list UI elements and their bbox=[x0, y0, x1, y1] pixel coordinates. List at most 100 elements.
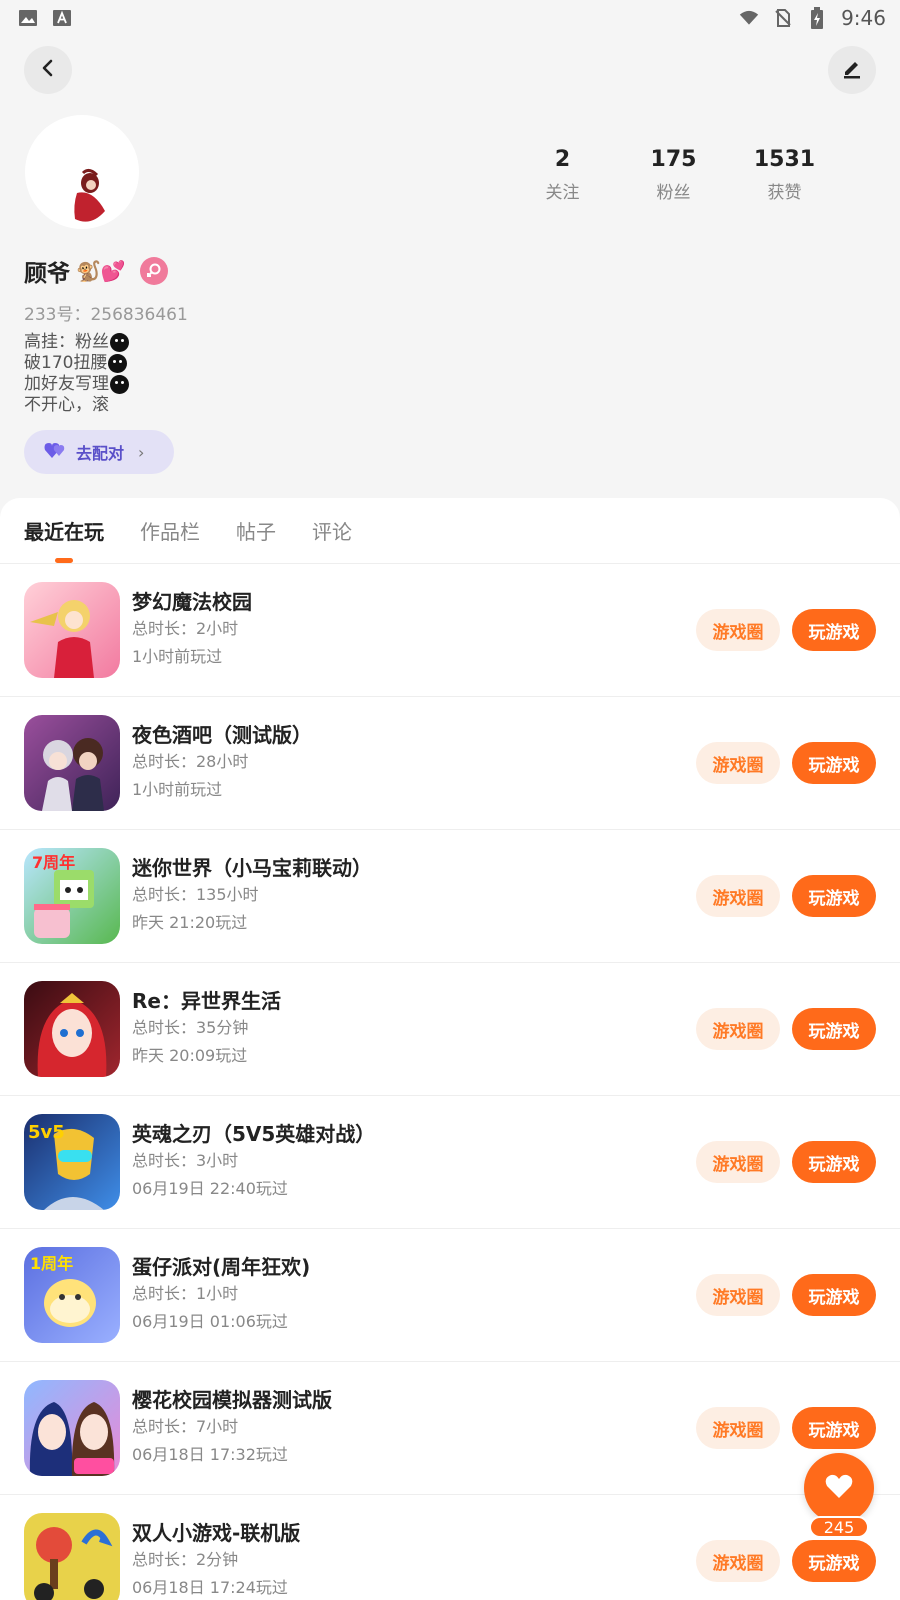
game-circle-button[interactable]: 游戏圈 bbox=[696, 609, 780, 651]
svg-text:5v5: 5v5 bbox=[28, 1122, 65, 1143]
play-game-button[interactable]: 玩游戏 bbox=[792, 1008, 876, 1050]
re-world-game-icon[interactable] bbox=[24, 981, 120, 1077]
bio-text: 不开心，滚 bbox=[24, 395, 109, 415]
play-game-button[interactable]: 玩游戏 bbox=[792, 609, 876, 651]
eggy-party-game-icon[interactable]: 1周年 bbox=[24, 1247, 120, 1343]
game-info: 梦幻魔法校园 总时长：2小时 1小时前玩过 bbox=[132, 589, 696, 671]
magic-school-game-icon[interactable] bbox=[24, 582, 120, 678]
status-left bbox=[18, 8, 72, 28]
stat-number: 2 bbox=[554, 147, 571, 172]
content-panel: 最近在玩 作品栏 帖子 评论 梦幻魔法校园 总时长：2小时 1小时前玩过 游戏圈… bbox=[0, 498, 900, 1600]
game-last-played: 06月18日 17:24玩过 bbox=[132, 1578, 288, 1597]
avatar[interactable] bbox=[25, 115, 139, 229]
game-name: 蛋仔派对(周年狂欢) bbox=[132, 1255, 311, 1279]
black-face-emoji-icon bbox=[110, 333, 129, 352]
game-circle-button[interactable]: 游戏圈 bbox=[696, 1407, 780, 1449]
heart-icon bbox=[824, 1472, 854, 1504]
match-button[interactable]: 去配对 › bbox=[24, 430, 174, 474]
game-actions: 游戏圈 玩游戏 bbox=[696, 1407, 876, 1449]
game-row[interactable]: 樱花校园模拟器测试版 总时长：7小时 06月18日 17:32玩过 游戏圈 玩游… bbox=[0, 1362, 900, 1495]
black-face-emoji-icon bbox=[108, 354, 128, 373]
bio-text: 加好友写理 bbox=[24, 374, 109, 394]
game-duration: 总时长：135小时 bbox=[132, 885, 259, 904]
sakura-school-game-icon[interactable] bbox=[24, 1380, 120, 1476]
tab-recently-played[interactable]: 最近在玩 bbox=[24, 516, 104, 545]
bio-line: 高挂：粉丝 bbox=[24, 332, 129, 353]
game-name: 夜色酒吧（测试版） bbox=[132, 723, 312, 747]
bio-line: 加好友写理 bbox=[24, 374, 129, 395]
back-button[interactable] bbox=[24, 46, 72, 94]
game-row[interactable]: 梦幻魔法校园 总时长：2小时 1小时前玩过 游戏圈 玩游戏 bbox=[0, 564, 900, 697]
game-last-played: 06月19日 01:06玩过 bbox=[132, 1312, 288, 1331]
play-game-button[interactable]: 玩游戏 bbox=[792, 875, 876, 917]
stat-label: 关注 bbox=[545, 183, 580, 203]
black-face-emoji-icon bbox=[110, 375, 129, 394]
night-bar-game-icon[interactable] bbox=[24, 715, 120, 811]
tab-works[interactable]: 作品栏 bbox=[140, 516, 200, 545]
game-last-played: 06月19日 22:40玩过 bbox=[132, 1179, 288, 1198]
edit-pen-icon bbox=[840, 56, 864, 84]
game-name: 樱花校园模拟器测试版 bbox=[132, 1388, 332, 1412]
stat-followers[interactable]: 175 粉丝 bbox=[618, 146, 729, 203]
profile-name: 顾爷 bbox=[24, 261, 70, 287]
no-sim-icon bbox=[773, 8, 793, 28]
svg-text:1周年: 1周年 bbox=[30, 1254, 73, 1273]
play-game-button[interactable]: 玩游戏 bbox=[792, 1274, 876, 1316]
image-icon bbox=[18, 8, 38, 28]
game-info: 夜色酒吧（测试版） 总时长：28小时 1小时前玩过 bbox=[132, 722, 696, 804]
game-last-played: 06月18日 17:32玩过 bbox=[132, 1445, 288, 1464]
name-row: 顾爷 🐒💕 bbox=[24, 254, 168, 288]
tab-bar: 最近在玩 作品栏 帖子 评论 bbox=[0, 498, 900, 564]
game-name: 迷你世界（小马宝莉联动） bbox=[132, 856, 372, 880]
stat-following[interactable]: 2 关注 bbox=[507, 146, 618, 203]
game-actions: 游戏圈 玩游戏 bbox=[696, 1540, 876, 1582]
game-circle-button[interactable]: 游戏圈 bbox=[696, 875, 780, 917]
game-name: Re：异世界生活 bbox=[132, 989, 281, 1013]
hero-blade-game-icon[interactable]: 5v5 bbox=[24, 1114, 120, 1210]
game-actions: 游戏圈 玩游戏 bbox=[696, 742, 876, 784]
game-row[interactable]: 1周年 蛋仔派对(周年狂欢) 总时长：1小时 06月19日 01:06玩过 游戏… bbox=[0, 1229, 900, 1362]
game-info: 双人小游戏-联机版 总时长：2分钟 06月18日 17:24玩过 bbox=[132, 1520, 696, 1600]
bio-text: 破170扭腰 bbox=[24, 353, 108, 373]
svg-text:7周年: 7周年 bbox=[32, 853, 75, 872]
game-circle-button[interactable]: 游戏圈 bbox=[696, 1008, 780, 1050]
game-row[interactable]: 双人小游戏-联机版 总时长：2分钟 06月18日 17:24玩过 游戏圈 玩游戏 bbox=[0, 1495, 900, 1600]
battery-icon bbox=[807, 7, 827, 29]
status-right: 9:46 bbox=[739, 6, 886, 30]
play-game-button[interactable]: 玩游戏 bbox=[792, 1540, 876, 1582]
game-info: 迷你世界（小马宝莉联动） 总时长：135小时 昨天 21:20玩过 bbox=[132, 855, 696, 937]
edit-profile-button[interactable] bbox=[828, 46, 876, 94]
game-name: 梦幻魔法校园 bbox=[132, 590, 252, 614]
play-game-button[interactable]: 玩游戏 bbox=[792, 1141, 876, 1183]
status-time: 9:46 bbox=[841, 6, 886, 30]
game-circle-button[interactable]: 游戏圈 bbox=[696, 1540, 780, 1582]
game-circle-button[interactable]: 游戏圈 bbox=[696, 742, 780, 784]
game-name: 英魂之刃（5V5英雄对战） bbox=[132, 1122, 376, 1146]
play-game-button[interactable]: 玩游戏 bbox=[792, 1407, 876, 1449]
play-game-button[interactable]: 玩游戏 bbox=[792, 742, 876, 784]
stat-likes[interactable]: 1531 获赞 bbox=[729, 146, 840, 203]
mini-world-game-icon[interactable]: 7周年 bbox=[24, 848, 120, 944]
game-info: Re：异世界生活 总时长：35分钟 昨天 20:09玩过 bbox=[132, 988, 696, 1070]
stat-label: 粉丝 bbox=[656, 183, 691, 203]
user-id: 233号：256836461 bbox=[24, 305, 188, 325]
chevron-left-icon bbox=[38, 58, 58, 82]
game-info: 蛋仔派对(周年狂欢) 总时长：1小时 06月19日 01:06玩过 bbox=[132, 1254, 696, 1336]
wifi-icon bbox=[739, 8, 759, 28]
game-row[interactable]: 7周年 迷你世界（小马宝莉联动） 总时长：135小时 昨天 21:20玩过 游戏… bbox=[0, 830, 900, 963]
like-count: 245 bbox=[809, 1516, 869, 1538]
game-actions: 游戏圈 玩游戏 bbox=[696, 1274, 876, 1316]
bio-text: 高挂：粉丝 bbox=[24, 332, 109, 352]
game-last-played: 1小时前玩过 bbox=[132, 780, 223, 799]
like-button[interactable] bbox=[804, 1453, 874, 1523]
game-row[interactable]: Re：异世界生活 总时长：35分钟 昨天 20:09玩过 游戏圈 玩游戏 bbox=[0, 963, 900, 1096]
tab-posts[interactable]: 帖子 bbox=[236, 516, 276, 545]
game-circle-button[interactable]: 游戏圈 bbox=[696, 1274, 780, 1316]
tab-comments[interactable]: 评论 bbox=[312, 516, 352, 545]
two-player-game-icon[interactable] bbox=[24, 1513, 120, 1600]
game-row[interactable]: 夜色酒吧（测试版） 总时长：28小时 1小时前玩过 游戏圈 玩游戏 bbox=[0, 697, 900, 830]
game-actions: 游戏圈 玩游戏 bbox=[696, 609, 876, 651]
game-circle-button[interactable]: 游戏圈 bbox=[696, 1141, 780, 1183]
game-row[interactable]: 5v5 英魂之刃（5V5英雄对战） 总时长：3小时 06月19日 22:40玩过… bbox=[0, 1096, 900, 1229]
game-duration: 总时长：3小时 bbox=[132, 1151, 239, 1170]
